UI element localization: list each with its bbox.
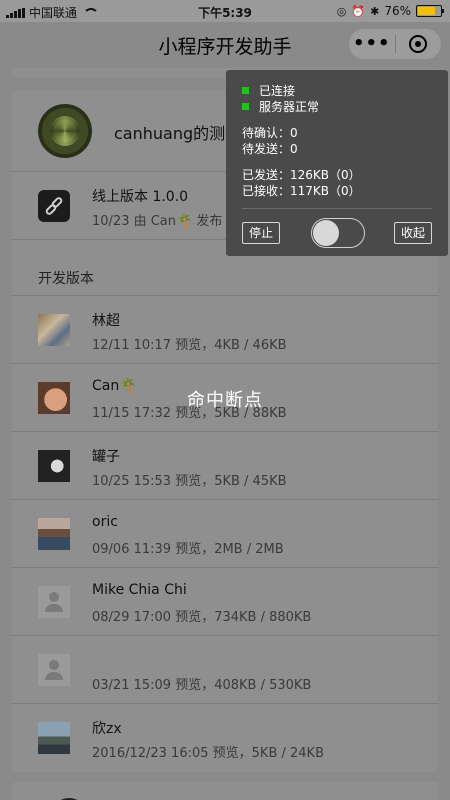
list-item[interactable]: oric 09/06 11:39 预览，2MB / 2MB <box>12 499 438 567</box>
version-uploader: 罐子 <box>92 449 120 465</box>
version-uploader: Mike Chia Chi <box>92 582 187 598</box>
version-meta: 08/29 17:00 预览，734KB / 880KB <box>92 610 312 625</box>
default-user-icon <box>38 586 70 618</box>
debug-panel: 已连接 服务器正常 待确认：0 待发送：0 已发送：126KB（0） 已接收：1… <box>226 70 448 256</box>
version-uploader: 林超 <box>92 313 120 329</box>
connection-status: 已连接 <box>242 82 295 99</box>
nav-bar: 小程序开发助手 ••• <box>0 22 450 68</box>
default-user-icon <box>38 654 70 686</box>
version-meta: 09/06 11:39 预览，2MB / 2MB <box>92 542 284 557</box>
version-uploader: oric <box>92 514 118 530</box>
pending-confirm: 待确认：0 <box>242 126 298 140</box>
battery-fill <box>418 7 435 15</box>
online-version-meta: 10/23 由 Can🌴 发布 <box>92 214 223 229</box>
avatar <box>38 450 70 482</box>
toggle-knob <box>313 220 339 246</box>
list-item[interactable]: 欣zx 2016/12/23 16:05 预览，5KB / 24KB <box>12 703 438 771</box>
status-bar: 中国联通 下午5:39 ◎ ⏰ ✱ 76% <box>0 0 450 22</box>
status-dot <box>242 103 249 110</box>
alarm-icon: ⏰ <box>351 4 366 18</box>
debug-toggle[interactable] <box>311 218 365 248</box>
battery-percent: 76% <box>384 4 411 18</box>
version-meta: 10/25 15:53 预览，5KB / 45KB <box>92 474 287 489</box>
more-menu-button[interactable]: ••• <box>349 29 395 59</box>
debug-divider <box>242 208 432 209</box>
stop-button[interactable]: 停止 <box>242 222 281 244</box>
lock-rotation-icon: ◎ <box>336 4 347 18</box>
status-dot <box>242 87 249 94</box>
server-status-label: 服务器正常 <box>259 100 320 114</box>
close-miniprogram-button[interactable] <box>395 35 441 53</box>
version-uploader: 欣zx <box>92 721 122 737</box>
pending-send: 待发送：0 <box>242 142 298 156</box>
breakpoint-toast: 命中断点 <box>187 390 263 411</box>
bluetooth-icon: ✱ <box>370 4 380 18</box>
sent-stat: 已发送：126KB（0） <box>242 168 361 182</box>
next-card <box>12 782 438 800</box>
online-version-label: 线上版本 1.0.0 <box>92 189 189 205</box>
menu-capsule: ••• <box>348 28 442 60</box>
app-avatar <box>38 104 92 158</box>
received-stat: 已接收：117KB（0） <box>242 184 361 198</box>
list-item[interactable]: 林超 12/11 10:17 预览，4KB / 46KB <box>12 295 438 363</box>
avatar <box>38 722 70 754</box>
link-icon <box>38 190 70 222</box>
target-circle-icon <box>409 35 428 53</box>
dev-section-title: 开发版本 <box>38 271 94 287</box>
version-meta: 12/11 10:17 预览，4KB / 46KB <box>92 338 287 353</box>
avatar <box>38 518 70 550</box>
list-item[interactable]: 罐子 10/25 15:53 预览，5KB / 45KB <box>12 431 438 499</box>
list-item[interactable]: Mike Chia Chi 08/29 17:00 预览，734KB / 880… <box>12 567 438 635</box>
battery-icon <box>416 5 444 17</box>
server-status: 服务器正常 <box>242 98 319 115</box>
connection-status-label: 已连接 <box>259 84 296 98</box>
list-item[interactable]: 03/21 15:09 预览，408KB / 530KB <box>12 635 438 703</box>
version-meta: 2016/12/23 16:05 预览，5KB / 24KB <box>92 746 325 761</box>
version-meta: 03/21 15:09 预览，408KB / 530KB <box>92 678 312 693</box>
collapse-button[interactable]: 收起 <box>393 222 432 244</box>
avatar <box>38 314 70 346</box>
